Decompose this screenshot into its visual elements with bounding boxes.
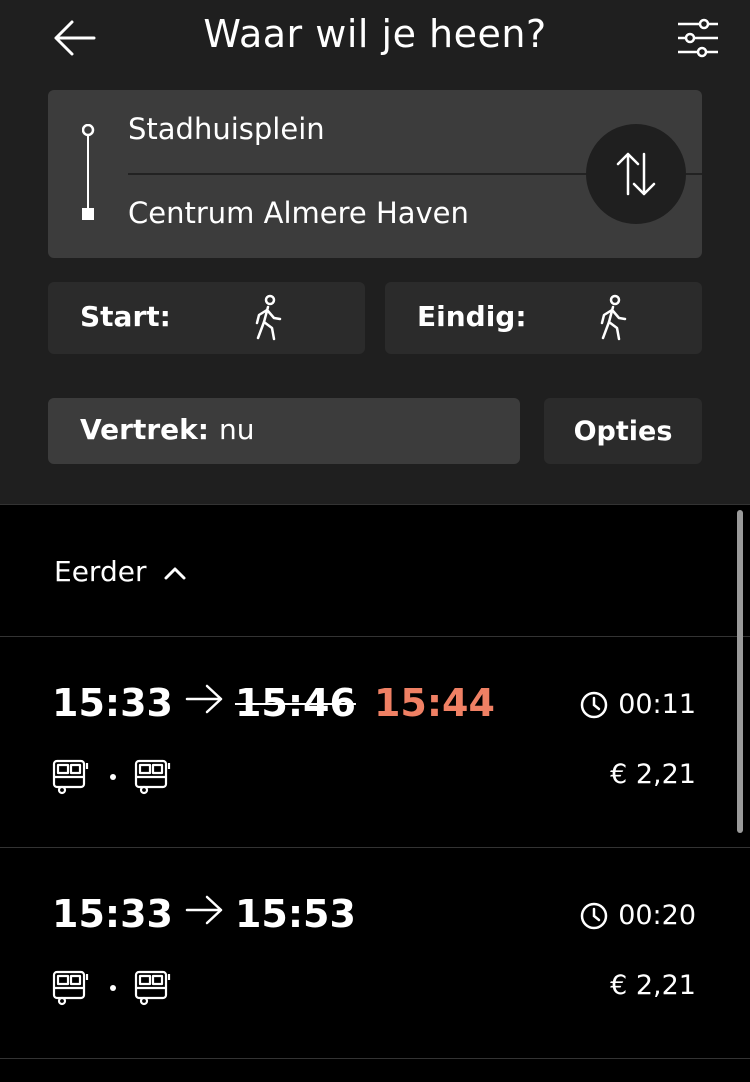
arrow-right-icon [185,895,223,925]
start-mode-button[interactable]: Start: [48,282,365,354]
trip-times: 15:33 15:46 15:44 [52,681,495,725]
to-field[interactable]: Centrum Almere Haven [128,196,469,230]
arrival-time: 15:53 [234,892,356,936]
trip-modes [52,968,174,1008]
trip-modes [52,757,174,797]
filter-button[interactable] [668,10,728,66]
trip-option[interactable]: 15:33 15:46 15:44 00:11 € 2,21 [0,637,750,848]
duration-value: 00:11 [618,689,696,720]
page-title: Waar wil je heen? [203,12,547,56]
trip-duration: 00:11 [580,689,696,720]
route-line-icon [82,124,95,220]
route-card: Stadhuisplein Centrum Almere Haven [48,90,702,258]
actual-arrival-time: 15:44 [373,681,495,725]
trip-times: 15:33 15:53 [52,892,356,936]
departure-time-button[interactable]: Vertrek: nu [48,398,520,464]
bus-icon [134,759,171,795]
end-label: Eindig: [417,300,527,333]
depart-time: 15:33 [52,681,173,725]
trip-option[interactable]: 15:33 15:53 00:20 € 2,21 [0,848,750,1059]
chevron-up-icon [164,567,186,580]
sliders-icon [678,18,718,58]
clock-icon [580,691,608,718]
options-button[interactable]: Opties [544,398,702,464]
walking-person-icon [255,294,282,341]
from-field[interactable]: Stadhuisplein [128,112,325,146]
walking-person-icon [600,294,627,341]
depart-time: 15:33 [52,892,173,936]
bus-icon [52,759,89,795]
earlier-label: Eerder [54,555,147,588]
clock-icon [580,902,608,929]
search-panel: Waar wil je heen? Stadhuisplein Centrum … [0,0,750,505]
separator-dot [110,985,116,991]
departure-label: Vertrek: [80,413,209,446]
trip-price: € 2,21 [610,970,696,1001]
bus-icon [52,970,89,1006]
scrollbar[interactable] [737,510,743,833]
bus-icon [134,970,171,1006]
planned-arrival-time: 15:46 [234,681,356,725]
earlier-button[interactable]: Eerder [0,505,750,637]
departure-value: nu [219,413,255,446]
duration-value: 00:20 [618,900,696,931]
trip-price: € 2,21 [610,759,696,790]
start-label: Start: [80,300,171,333]
swap-vertical-icon [616,152,656,196]
trip-duration: 00:20 [580,900,696,931]
separator-dot [110,774,116,780]
swap-button[interactable] [586,124,686,224]
arrow-right-icon [185,684,223,714]
end-mode-button[interactable]: Eindig: [385,282,702,354]
